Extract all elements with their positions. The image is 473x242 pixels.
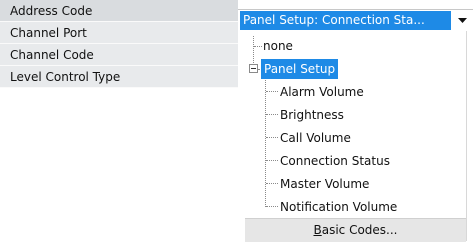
tree-node-connection-status[interactable]: Connection Status <box>280 151 390 171</box>
basic-codes-accelerator: B <box>313 223 322 237</box>
code-tree: none Panel Setup Alarm Volume Brightness… <box>245 31 466 216</box>
tree-node-notification-volume[interactable]: Notification Volume <box>280 197 397 217</box>
property-channel-port[interactable]: Channel Port <box>0 22 238 44</box>
tree-connector <box>253 36 254 63</box>
basic-codes-label: asic Codes... <box>321 223 398 237</box>
dropdown-arrow-icon[interactable] <box>453 11 471 30</box>
tree-connector <box>266 183 278 184</box>
address-code-combo[interactable]: Panel Setup: Connection Sta... <box>238 9 473 31</box>
tree-node-call-volume[interactable]: Call Volume <box>280 128 351 148</box>
dropdown-footer: Basic Codes... <box>245 218 466 242</box>
property-level-control-type[interactable]: Level Control Type <box>0 66 238 88</box>
tree-node-panel-setup[interactable]: Panel Setup <box>261 59 339 79</box>
property-channel-code[interactable]: Channel Code <box>0 44 238 66</box>
tree-node-master-volume[interactable]: Master Volume <box>280 174 369 194</box>
property-grid: Address Code Channel Port Channel Code L… <box>0 0 238 88</box>
tree-connector <box>266 91 278 92</box>
combo-selected-value[interactable]: Panel Setup: Connection Sta... <box>240 11 451 30</box>
tree-connector <box>266 206 278 207</box>
tree-node-brightness[interactable]: Brightness <box>280 105 344 125</box>
address-code-dropdown: none Panel Setup Alarm Volume Brightness… <box>245 31 466 242</box>
tree-connector <box>254 46 262 47</box>
collapse-minus-icon[interactable] <box>249 64 258 73</box>
tree-connector <box>266 137 278 138</box>
tree-node-none[interactable]: none <box>263 36 293 56</box>
tree-node-alarm-volume[interactable]: Alarm Volume <box>280 82 364 102</box>
tree-connector <box>266 160 278 161</box>
tree-connector <box>266 114 278 115</box>
tree-connector <box>265 75 266 207</box>
property-address-code[interactable]: Address Code <box>0 0 238 22</box>
basic-codes-button[interactable]: Basic Codes... <box>245 219 466 242</box>
